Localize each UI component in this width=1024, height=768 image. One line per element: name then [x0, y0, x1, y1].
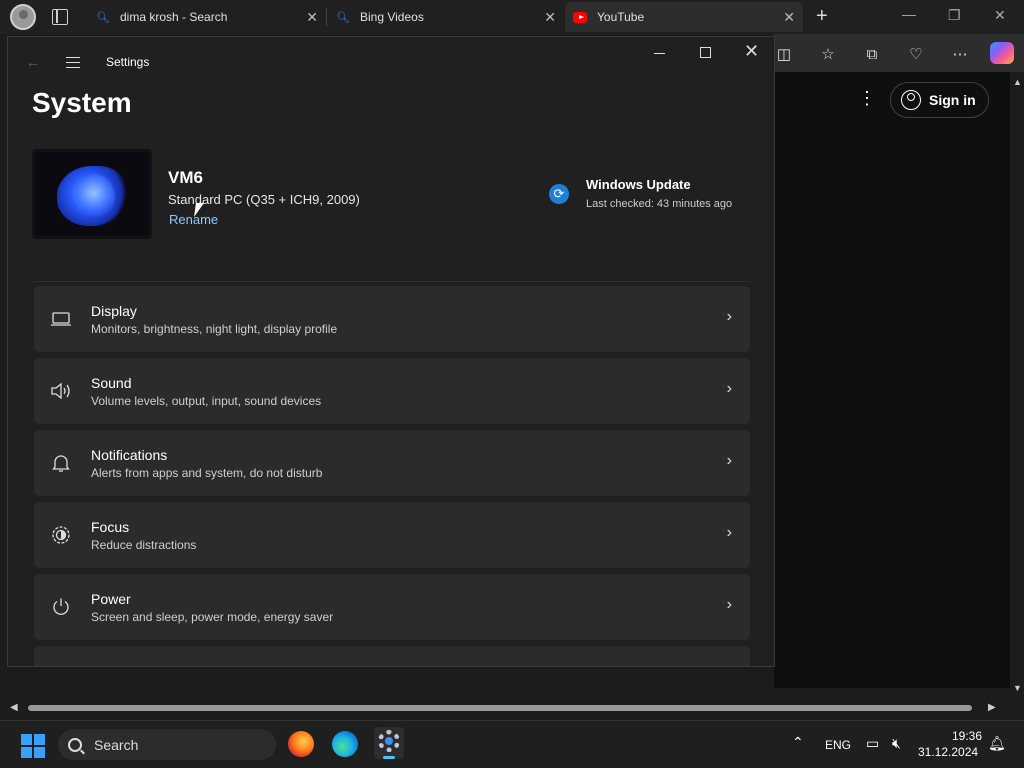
profile-avatar[interactable]: [10, 4, 36, 30]
scroll-up-icon[interactable]: ▲: [1013, 77, 1022, 87]
device-wallpaper-thumbnail: [32, 149, 152, 239]
chevron-right-icon: ›: [726, 380, 732, 397]
bell-icon: [50, 452, 72, 474]
item-subtitle: Screen and sleep, power mode, energy sav…: [91, 610, 334, 624]
windows-update-icon[interactable]: ⟳: [549, 184, 569, 204]
input-language[interactable]: ENG: [825, 738, 851, 752]
youtube-icon: [573, 10, 587, 24]
minimize-button[interactable]: [654, 53, 665, 54]
hamburger-menu-icon[interactable]: [66, 57, 80, 68]
item-subtitle: Monitors, brightness, night light, displ…: [91, 322, 338, 336]
windows-update-title[interactable]: Windows Update: [586, 177, 691, 192]
account-icon: [901, 90, 921, 110]
horizontal-scrollbar[interactable]: ◀ ▶: [0, 698, 1010, 718]
close-tab-icon[interactable]: ✕: [783, 9, 795, 26]
search-icon: 🔍︎: [96, 11, 110, 24]
item-subtitle: Volume levels, output, input, sound devi…: [91, 394, 322, 408]
close-tab-icon[interactable]: ✕: [306, 9, 318, 26]
favorites-icon[interactable]: ☆: [818, 44, 838, 64]
notifications-bell-icon[interactable]: 🔔︎: [988, 735, 1006, 752]
youtube-sign-in-button[interactable]: Sign in: [890, 82, 989, 118]
page-title: System: [32, 87, 132, 118]
search-label: Search: [94, 736, 139, 753]
youtube-more-icon[interactable]: ⋮: [858, 88, 876, 109]
item-title: Focus: [91, 519, 130, 535]
divider: [32, 281, 750, 282]
item-title: Display: [91, 303, 137, 319]
close-tab-icon[interactable]: ✕: [544, 9, 556, 26]
edge-icon[interactable]: [332, 731, 358, 757]
network-icon[interactable]: ▭: [866, 735, 879, 752]
sign-in-label: Sign in: [929, 92, 976, 108]
settings-item-notifications[interactable]: Notifications Alerts from apps and syste…: [34, 430, 750, 496]
window-title: Settings: [106, 55, 150, 69]
show-hidden-icons-icon[interactable]: ⌃: [792, 734, 804, 751]
chevron-right-icon: ›: [726, 596, 732, 613]
browser-toolbar: [774, 34, 1024, 72]
settings-item-power[interactable]: Power Screen and sleep, power mode, ener…: [34, 574, 750, 640]
split-screen-icon[interactable]: ◫: [774, 44, 794, 64]
display-icon: [50, 308, 72, 330]
tab-title: YouTube: [597, 10, 645, 24]
power-icon: [50, 596, 72, 618]
taskbar-search-box[interactable]: Search: [58, 729, 276, 760]
tab-youtube[interactable]: YouTube ✕: [565, 2, 803, 32]
search-icon: [68, 737, 82, 752]
scroll-right-icon[interactable]: ▶: [988, 702, 996, 713]
tab-search[interactable]: 🔍︎ dima krosh - Search ✕: [88, 2, 326, 32]
tab-title: Bing Videos: [360, 10, 424, 24]
item-subtitle: Alerts from apps and system, do not dist…: [91, 466, 323, 480]
tab-bing-videos[interactable]: 🔍︎ Bing Videos ✕: [328, 2, 564, 32]
tab-title: dima krosh - Search: [120, 10, 228, 24]
maximize-button[interactable]: [700, 47, 711, 58]
browser-minimize-button[interactable]: —: [902, 6, 916, 22]
chevron-right-icon: ›: [726, 524, 732, 541]
item-title: Power: [91, 591, 131, 607]
browser-essentials-icon[interactable]: ♡: [906, 44, 926, 64]
tab-separator: [326, 8, 327, 26]
settings-item-sound[interactable]: Sound Volume levels, output, input, soun…: [34, 358, 750, 424]
settings-item-display[interactable]: Display Monitors, brightness, night ligh…: [34, 286, 750, 352]
settings-item-focus[interactable]: Focus Reduce distractions ›: [34, 502, 750, 568]
settings-app-icon[interactable]: [374, 727, 404, 759]
browser-restore-button[interactable]: ❐: [948, 7, 961, 24]
firefox-icon[interactable]: [288, 731, 314, 757]
item-title: Notifications: [91, 447, 168, 463]
active-indicator: [383, 756, 395, 759]
scrollbar-thumb[interactable]: [28, 705, 972, 711]
close-button[interactable]: ✕: [744, 41, 759, 62]
youtube-page: [774, 72, 1010, 688]
windows-start-icon[interactable]: [21, 734, 45, 758]
search-icon: 🔍︎: [336, 11, 350, 24]
vertical-scrollbar[interactable]: ▲ ▼: [1010, 72, 1024, 698]
back-arrow-icon[interactable]: ←: [26, 54, 40, 70]
tab-actions-icon[interactable]: [52, 9, 68, 25]
settings-window: ← Settings ✕ System VM6 Standard PC (Q35…: [7, 36, 775, 667]
clock-time[interactable]: 19:36: [944, 729, 982, 743]
item-title: Sound: [91, 375, 132, 391]
speaker-icon: [50, 380, 72, 402]
windows-update-status: Last checked: 43 minutes ago: [586, 198, 733, 210]
chevron-right-icon: ›: [726, 308, 732, 325]
device-name: VM6: [168, 168, 203, 187]
browser-close-button[interactable]: ✕: [994, 7, 1006, 24]
focus-icon: [50, 524, 72, 546]
chevron-right-icon: ›: [726, 452, 732, 469]
item-subtitle: Reduce distractions: [91, 538, 197, 552]
collections-icon[interactable]: ⧉: [862, 44, 882, 64]
new-tab-button[interactable]: +: [816, 5, 828, 28]
volume-muted-icon[interactable]: 🔇︎: [892, 735, 901, 752]
settings-item-partial[interactable]: [34, 646, 750, 666]
scroll-left-icon[interactable]: ◀: [10, 702, 18, 713]
more-options-icon[interactable]: ⋯: [950, 44, 970, 64]
clock-date[interactable]: 31.12.2024: [918, 745, 978, 759]
scroll-down-icon[interactable]: ▼: [1013, 683, 1022, 693]
copilot-icon[interactable]: [990, 42, 1014, 64]
